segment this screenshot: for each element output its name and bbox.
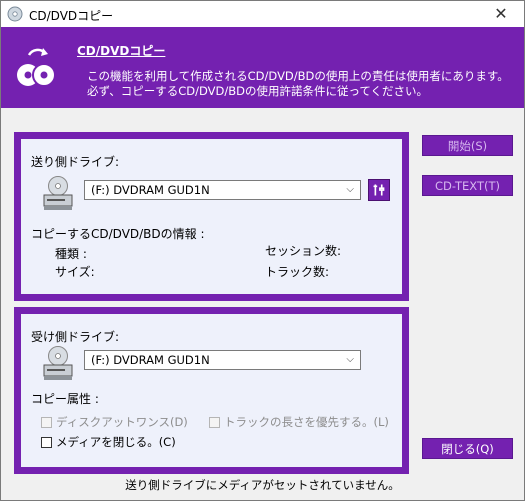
source-drive-label: 送り側ドライブ: — [31, 155, 120, 169]
header-banner: CD/DVDコピー この機能を利用して作成されるCD/DVD/BDの使用上の責任… — [1, 27, 524, 108]
drive-settings-button[interactable] — [368, 179, 390, 201]
checkbox-box — [41, 416, 52, 428]
header-title: CD/DVDコピー — [77, 44, 166, 58]
source-drive-value: (F:) DVDRAM GUD1N — [91, 183, 210, 197]
window-close-button[interactable]: ✕ — [478, 1, 524, 27]
dest-drive-dropdown[interactable]: (F:) DVDRAM GUD1N ⌵ — [84, 350, 361, 370]
close-media-label: メディアを閉じる。(C) — [56, 435, 176, 449]
session-count-label: セッション数: — [265, 244, 342, 258]
dest-drive-value: (F:) DVDRAM GUD1N — [91, 353, 210, 367]
drive-icon — [43, 176, 73, 210]
start-button[interactable]: 開始(S) — [422, 135, 513, 156]
disc-at-once-label: ディスクアットワンス(D) — [56, 415, 188, 429]
track-count-label: トラック数: — [265, 265, 330, 279]
settings-icon — [373, 184, 385, 196]
cd-text-button[interactable]: CD-TEXT(T) — [422, 175, 513, 196]
checkbox-box — [209, 416, 220, 428]
window-title: CD/DVDコピー — [29, 9, 114, 23]
close-media-checkbox[interactable]: メディアを閉じる。(C) — [41, 434, 176, 450]
title-bar: CD/DVDコピー ✕ — [1, 1, 524, 27]
media-type-label: 種類 : — [55, 247, 87, 261]
checkbox-box — [41, 436, 52, 448]
source-drive-dropdown[interactable]: (F:) DVDRAM GUD1N ⌵ — [84, 180, 361, 200]
source-drive-panel: 送り側ドライブ: (F:) DVDRAM GUD1N ⌵ コピーするCD/DVD… — [14, 132, 409, 301]
copy-attr-label: コピー属性 : — [31, 392, 99, 406]
disc-at-once-checkbox[interactable]: ディスクアットワンス(D) — [41, 414, 188, 430]
track-length-priority-label: トラックの長さを優先する。(L) — [224, 415, 389, 429]
drive-icon — [43, 346, 73, 380]
status-message: 送り側ドライブにメディアがセットされていません。 — [125, 478, 400, 492]
header-notice-line2: 必ず、コピーするCD/DVD/BDの使用許諾条件に従ってください。 — [87, 84, 429, 98]
dest-drive-label: 受け側ドライブ: — [31, 330, 120, 344]
dest-drive-panel: 受け側ドライブ: (F:) DVDRAM GUD1N ⌵ コピー属性 : ディス… — [14, 307, 409, 474]
chevron-down-icon: ⌵ — [346, 184, 354, 195]
chevron-down-icon: ⌵ — [346, 354, 354, 365]
track-length-priority-checkbox[interactable]: トラックの長さを優先する。(L) — [209, 414, 389, 430]
disc-copy-icon — [17, 48, 56, 87]
app-disc-icon — [7, 6, 23, 22]
cd-dvd-copy-window: CD/DVDコピー ✕ CD/DVDコピー この機能を利用して作成されるCD/D… — [0, 0, 525, 501]
header-notice-line1: この機能を利用して作成されるCD/DVD/BDの使用上の責任は使用者にあります。 — [87, 69, 509, 83]
copy-info-label: コピーするCD/DVD/BDの情報 : — [31, 227, 205, 241]
close-button[interactable]: 閉じる(Q) — [422, 438, 513, 459]
media-size-label: サイズ: — [55, 265, 95, 279]
